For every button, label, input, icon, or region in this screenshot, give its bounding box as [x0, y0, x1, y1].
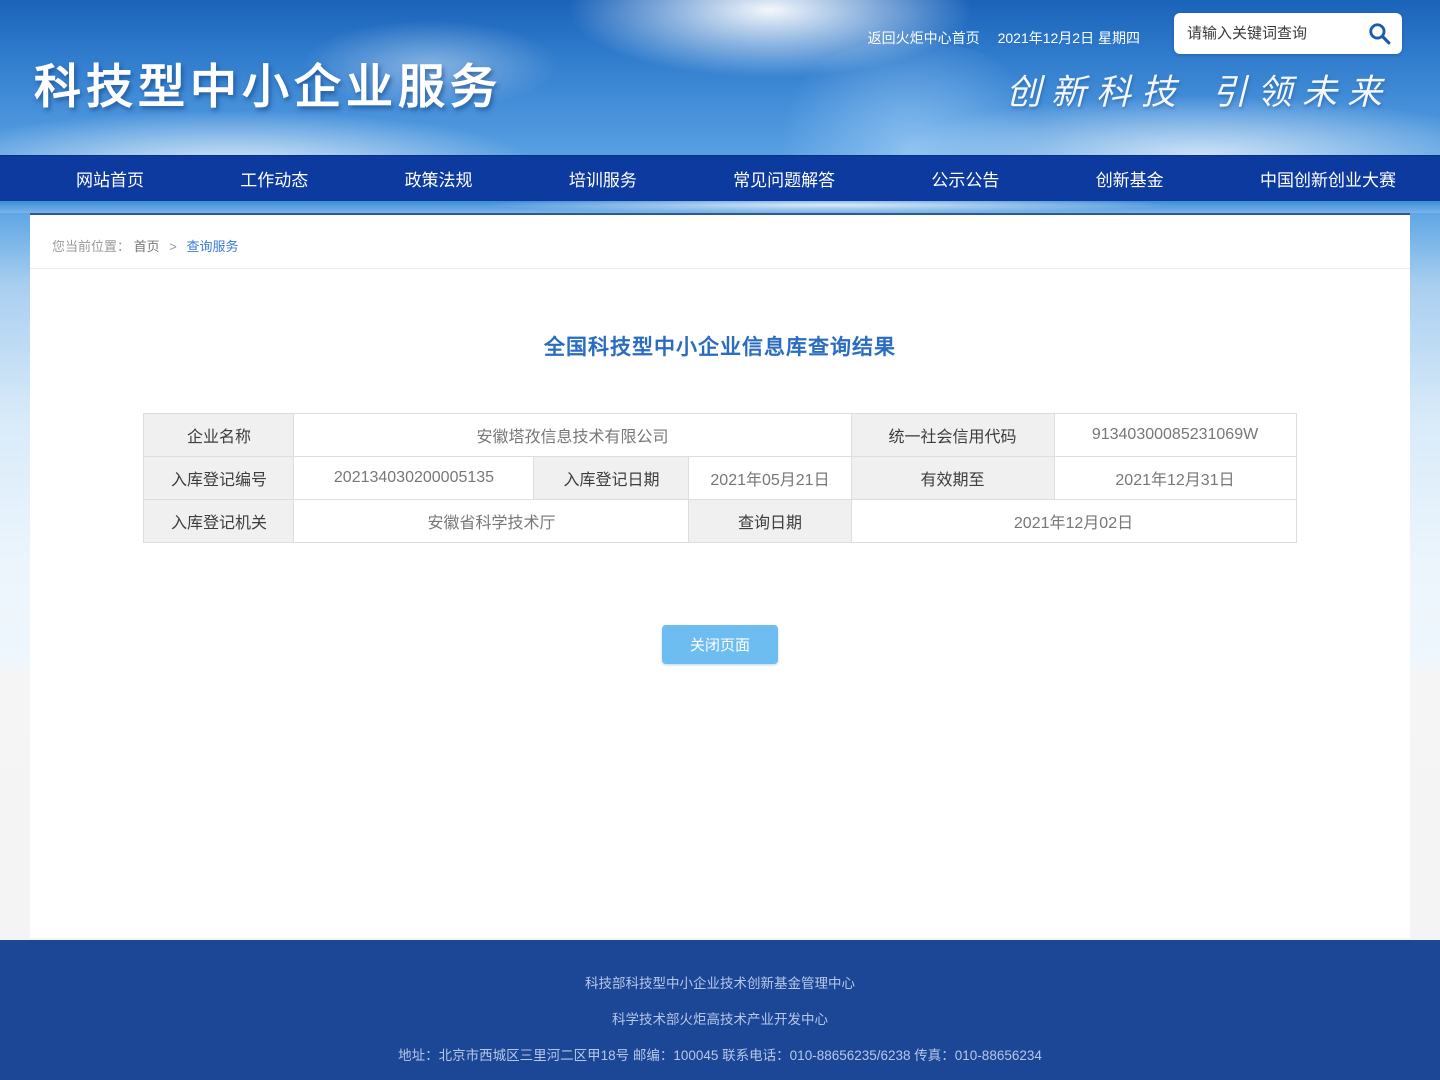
credit-code-value: 91340300085231069W — [1054, 414, 1296, 457]
card-lower-blank — [30, 676, 1410, 938]
close-page-button[interactable]: 关闭页面 — [662, 625, 778, 664]
site-header: 科技型中小企业服务 创新科技引领未来 返回火炬中心首页 2021年12月2日 星… — [0, 0, 1440, 155]
footer-org-line2: 科学技术部火炬高技术产业开发中心 — [0, 1008, 1440, 1028]
registration-date-value: 2021年05月21日 — [689, 457, 851, 500]
table-row: 入库登记编号 202134030200005135 入库登记日期 2021年05… — [144, 457, 1296, 500]
slogan-part2: 引领未来 — [1212, 73, 1392, 113]
registration-date-label: 入库登记日期 — [534, 457, 689, 500]
header-top-links: 返回火炬中心首页 2021年12月2日 星期四 — [868, 28, 1140, 48]
table-row: 企业名称 安徽塔孜信息技术有限公司 统一社会信用代码 9134030008523… — [144, 414, 1296, 457]
result-card: 您当前位置： 首页 > 查询服务 全国科技型中小企业信息库查询结果 企业名称 安… — [30, 213, 1410, 676]
search-box — [1174, 13, 1402, 54]
current-date: 2021年12月2日 星期四 — [998, 28, 1140, 48]
nav-item-work-news[interactable]: 工作动态 — [234, 166, 314, 191]
nav-item-competition[interactable]: 中国创新创业大赛 — [1254, 166, 1402, 191]
company-name-value: 安徽塔孜信息技术有限公司 — [294, 414, 851, 457]
torch-center-home-link[interactable]: 返回火炬中心首页 — [868, 28, 980, 48]
nav-item-announcements[interactable]: 公示公告 — [925, 166, 1005, 191]
nav-item-training[interactable]: 培训服务 — [563, 166, 643, 191]
registration-no-value: 202134030200005135 — [294, 457, 534, 500]
breadcrumb-home-link[interactable]: 首页 — [134, 239, 160, 254]
page-title: 全国科技型中小企业信息库查询结果 — [30, 331, 1410, 361]
slogan-part1: 创新科技 — [1006, 73, 1186, 113]
registration-no-label: 入库登记编号 — [144, 457, 294, 500]
breadcrumb: 您当前位置： 首页 > 查询服务 — [30, 215, 1410, 269]
query-date-label: 查询日期 — [689, 500, 851, 543]
company-name-label: 企业名称 — [144, 414, 294, 457]
table-row: 入库登记机关 安徽省科学技术厅 查询日期 2021年12月02日 — [144, 500, 1296, 543]
sky-strip — [0, 201, 1440, 213]
query-date-value: 2021年12月02日 — [851, 500, 1296, 543]
breadcrumb-separator: > — [169, 239, 177, 254]
site-footer: 科技部科技型中小企业技术创新基金管理中心 科学技术部火炬高技术产业开发中心 地址… — [0, 940, 1440, 1080]
registration-org-value: 安徽省科学技术厅 — [294, 500, 689, 543]
site-logo: 科技型中小企业服务 — [34, 48, 502, 117]
credit-code-label: 统一社会信用代码 — [851, 414, 1054, 457]
footer-org-line1: 科技部科技型中小企业技术创新基金管理中心 — [0, 972, 1440, 992]
breadcrumb-current-link[interactable]: 查询服务 — [187, 239, 239, 254]
nav-item-faq[interactable]: 常见问题解答 — [727, 166, 841, 191]
valid-until-label: 有效期至 — [851, 457, 1054, 500]
site-slogan: 创新科技引领未来 — [1006, 64, 1392, 115]
valid-until-value: 2021年12月31日 — [1054, 457, 1296, 500]
breadcrumb-prefix: 您当前位置： — [52, 239, 130, 254]
footer-contact-line: 地址：北京市西城区三里河二区甲18号 邮编：100045 联系电话：010-88… — [0, 1044, 1440, 1064]
query-result-table: 企业名称 安徽塔孜信息技术有限公司 统一社会信用代码 9134030008523… — [143, 413, 1296, 543]
main-nav: 网站首页 工作动态 政策法规 培训服务 常见问题解答 公示公告 创新基金 中国创… — [0, 155, 1440, 201]
nav-item-innovation-fund[interactable]: 创新基金 — [1090, 166, 1170, 191]
registration-org-label: 入库登记机关 — [144, 500, 294, 543]
nav-item-home[interactable]: 网站首页 — [70, 166, 150, 191]
search-icon[interactable] — [1367, 21, 1392, 46]
nav-item-policies[interactable]: 政策法规 — [399, 166, 479, 191]
content-background: 您当前位置： 首页 > 查询服务 全国科技型中小企业信息库查询结果 企业名称 安… — [0, 213, 1440, 940]
